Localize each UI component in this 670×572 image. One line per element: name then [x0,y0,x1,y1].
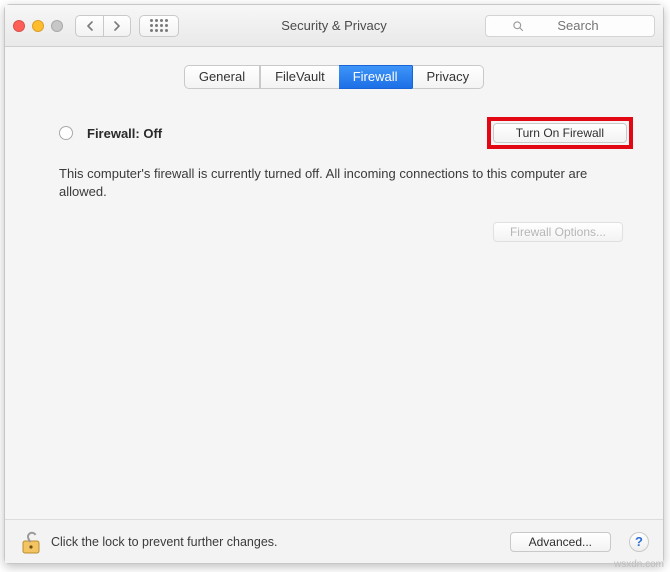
tab-filevault[interactable]: FileVault [260,65,339,89]
advanced-button[interactable]: Advanced... [510,532,611,552]
show-all-preferences-button[interactable] [139,15,179,37]
close-window-button[interactable] [13,20,25,32]
help-button[interactable]: ? [629,532,649,552]
tab-firewall[interactable]: Firewall [339,65,412,89]
forward-button[interactable] [103,15,131,37]
lock-hint-text: Click the lock to prevent further change… [51,535,278,549]
search-input[interactable] [528,17,628,34]
firewall-status-indicator [59,126,73,140]
zoom-window-button[interactable] [51,20,63,32]
footer: Click the lock to prevent further change… [5,519,663,563]
chevron-left-icon [86,21,94,31]
firewall-status-label: Firewall: Off [87,126,162,141]
lock-button[interactable] [19,529,41,555]
tab-general[interactable]: General [184,65,260,89]
back-forward-group [75,15,131,37]
titlebar: Security & Privacy [5,5,663,47]
lock-open-icon [19,529,41,555]
minimize-window-button[interactable] [32,20,44,32]
chevron-right-icon [113,21,121,31]
firewall-status-row: Firewall: Off Turn On Firewall [59,117,633,149]
tab-privacy[interactable]: Privacy [412,65,485,89]
turn-on-firewall-button[interactable]: Turn On Firewall [493,123,627,143]
security-privacy-window: Security & Privacy General FileVault Fir… [4,4,664,564]
turn-on-highlight: Turn On Firewall [487,117,633,149]
search-field[interactable] [485,15,655,37]
grid-icon [150,19,168,32]
back-button[interactable] [75,15,103,37]
firewall-options-button: Firewall Options... [493,222,623,242]
tab-bar: General FileVault Firewall Privacy [5,65,663,89]
content-area: General FileVault Firewall Privacy Firew… [5,47,663,519]
firewall-options-row: Firewall Options... [5,222,623,242]
search-icon [512,20,524,32]
watermark: wsxdn.com [614,559,664,570]
firewall-description: This computer's firewall is currently tu… [59,165,623,200]
window-controls [13,20,63,32]
